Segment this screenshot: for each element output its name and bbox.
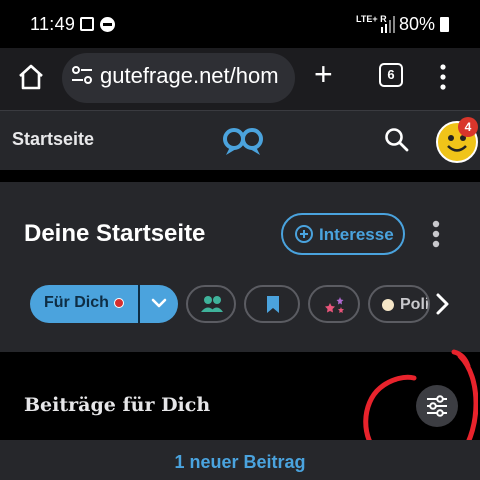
add-interest-button[interactable]: Interesse: [281, 213, 405, 255]
new-posts-link[interactable]: 1 neuer Beitrag: [0, 452, 480, 473]
browser-toolbar: gutefrage.net/hom + 6: [0, 48, 480, 110]
site-settings-icon[interactable]: [70, 64, 94, 86]
feed-title: Beiträge für Dich: [24, 394, 211, 416]
startpage-card: Deine Startseite Interesse: [0, 182, 480, 352]
battery-percent: 80%: [399, 14, 436, 34]
politics-filter-chip[interactable]: Poli: [368, 285, 430, 323]
new-posts-bar[interactable]: 1 neuer Beitrag: [0, 440, 480, 480]
bookmark-icon: [267, 296, 279, 313]
more-icon[interactable]: [440, 64, 446, 90]
for-you-label: Für Dich: [44, 294, 109, 311]
chip-separator: [138, 285, 140, 323]
users-icon: [201, 296, 223, 312]
status-time: 11:49: [30, 14, 76, 34]
signal-icon: [381, 16, 395, 33]
bookmarks-filter-chip[interactable]: [244, 285, 300, 323]
featured-filter-chip[interactable]: [308, 285, 360, 323]
following-filter-chip[interactable]: [186, 285, 236, 323]
search-icon[interactable]: [384, 127, 410, 153]
politics-topic-icon: [382, 299, 394, 311]
image-notification-icon: [80, 17, 94, 31]
gutefrage-logo-icon[interactable]: [222, 125, 264, 157]
chevron-down-icon[interactable]: [150, 294, 168, 312]
add-interest-label: Interesse: [319, 225, 394, 244]
chevron-right-icon[interactable]: [432, 290, 452, 318]
tab-switcher-icon[interactable]: 6: [379, 63, 403, 87]
for-you-filter-chip[interactable]: Für Dich: [30, 285, 178, 323]
do-not-disturb-icon: [100, 17, 115, 32]
section-divider: [0, 170, 480, 182]
page-title[interactable]: Startseite: [12, 129, 94, 150]
notification-badge[interactable]: 4: [458, 117, 478, 137]
site-header: Startseite: [0, 110, 480, 170]
new-tab-icon[interactable]: +: [314, 58, 333, 90]
url-text[interactable]: gutefrage.net/hom: [100, 63, 290, 89]
card-heading: Deine Startseite: [24, 220, 206, 247]
stars-icon: [325, 297, 344, 313]
battery-icon: [440, 17, 449, 32]
unread-dot: [114, 298, 124, 308]
home-icon[interactable]: [16, 62, 46, 92]
plus-circle-icon: [295, 225, 313, 243]
politics-label: Poli: [400, 296, 430, 313]
status-bar: 11:49 LTE+ R 80%: [0, 0, 480, 48]
more-options-icon[interactable]: [432, 220, 440, 248]
